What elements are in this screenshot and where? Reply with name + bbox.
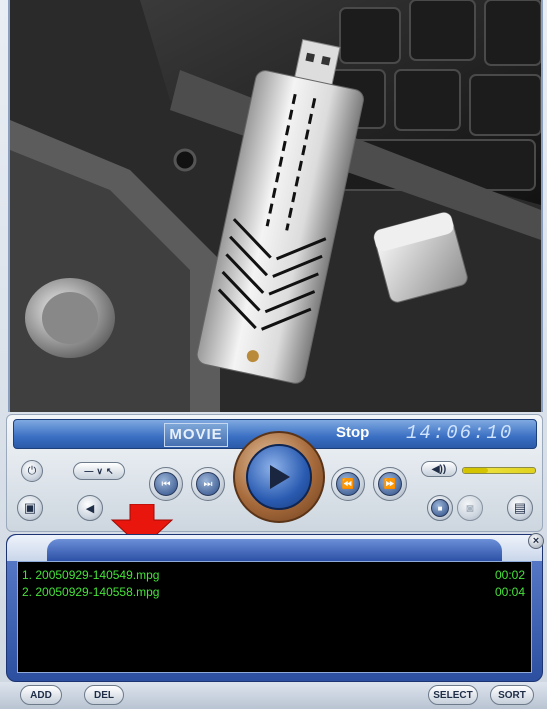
fast-forward-icon: ⏩ (378, 472, 402, 496)
fast-forward-button[interactable]: ⏩ (373, 467, 407, 501)
delete-button[interactable]: DEL (84, 685, 124, 705)
playlist-toolbar: ADD DEL SELECT SORT (0, 682, 547, 709)
video-frame-image (10, 0, 541, 412)
playlist-item-duration: 00:04 (494, 585, 525, 599)
expand-icon: ↖ (106, 465, 114, 476)
close-playlist-button[interactable]: × (528, 533, 544, 549)
camera-icon: ◙ (466, 501, 474, 515)
mute-button[interactable]: ◀)) (421, 461, 457, 477)
speaker-icon: ◀)) (431, 463, 447, 475)
volume-slider[interactable] (462, 467, 536, 474)
screen-icon: ▣ (23, 500, 37, 515)
play-button-ring (233, 431, 325, 523)
media-player-window: MOVIE Stop 14:06:10 ⏻ — ∨ ↖ ▣ ◀ ⏮ ⏭ ⏪ ⏩ … (0, 0, 547, 709)
playlist-item-name: 2. 20050929-140558.mpg (22, 585, 160, 599)
video-display[interactable] (8, 0, 543, 412)
step-back-button[interactable]: ⏮ (149, 467, 183, 501)
volume-level (463, 468, 489, 473)
select-button[interactable]: SELECT (428, 685, 478, 705)
playlist-icon: ▤ (513, 500, 527, 515)
step-forward-button[interactable]: ⏭ (191, 467, 225, 501)
step-back-icon: ⏮ (154, 472, 178, 496)
power-icon: ⏻ (27, 464, 37, 477)
playlist-item[interactable]: 1. 20050929-140549.mpg 00:02 (22, 568, 525, 584)
fullscreen-button[interactable]: ▣ (17, 495, 43, 521)
close-icon: × (532, 535, 540, 547)
window-controls[interactable]: — ∨ ↖ (73, 462, 125, 480)
playlist-item-name: 1. 20050929-140549.mpg (22, 568, 160, 582)
minimize-icon: — (84, 466, 94, 476)
playlist[interactable]: 1. 20050929-140549.mpg 00:02 2. 20050929-1… (17, 561, 532, 673)
add-button[interactable]: ADD (20, 685, 62, 705)
chevron-left-icon: ◀ (85, 502, 95, 515)
control-panel: MOVIE Stop 14:06:10 ⏻ — ∨ ↖ ▣ ◀ ⏮ ⏭ ⏪ ⏩ … (6, 414, 543, 532)
movie-logo: MOVIE (164, 423, 228, 447)
dropdown-icon: ∨ (96, 465, 104, 476)
stop-button[interactable]: ■ (427, 495, 453, 521)
snapshot-button[interactable]: ◙ (457, 495, 483, 521)
playlist-item-duration: 00:02 (494, 568, 525, 582)
prev-track-button[interactable]: ◀ (77, 495, 103, 521)
playback-status: Stop (336, 424, 370, 441)
power-button[interactable]: ⏻ (21, 460, 43, 482)
playlist-item[interactable]: 2. 20050929-140558.mpg 00:04 (22, 585, 525, 601)
rewind-icon: ⏪ (336, 472, 360, 496)
playlist-toggle-button[interactable]: ▤ (507, 495, 533, 521)
playlist-panel: 1. 20050929-140549.mpg 00:02 2. 20050929-1… (6, 534, 543, 682)
stop-icon: ■ (431, 499, 449, 517)
sort-button[interactable]: SORT (490, 685, 534, 705)
time-display: 14:06:10 (406, 422, 514, 444)
play-button[interactable] (246, 444, 312, 510)
play-icon (270, 465, 290, 489)
playlist-header-bar (47, 539, 502, 561)
playlist-header (7, 535, 542, 561)
rewind-button[interactable]: ⏪ (331, 467, 365, 501)
step-forward-icon: ⏭ (196, 472, 220, 496)
